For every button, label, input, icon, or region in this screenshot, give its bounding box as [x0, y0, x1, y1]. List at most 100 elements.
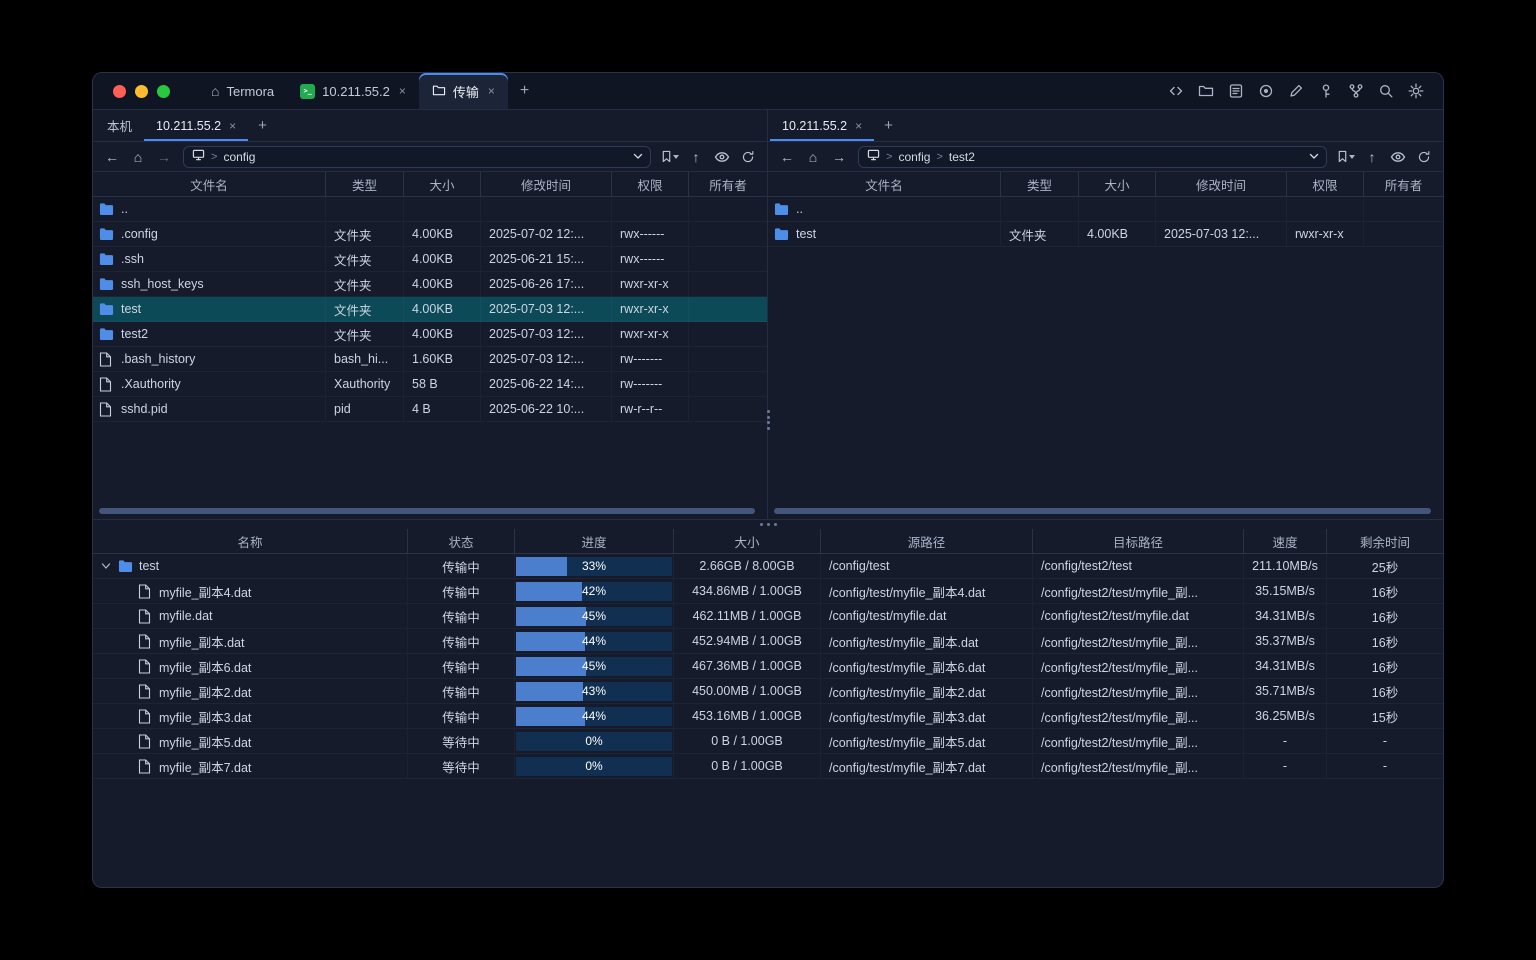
- column-header[interactable]: 权限: [612, 172, 689, 196]
- file-table-row[interactable]: sshd.pidpid4 B2025-06-22 10:...rw-r--r--: [93, 397, 767, 422]
- file-table-row[interactable]: test文件夹4.00KB2025-07-03 12:...rwxr-xr-x: [93, 297, 767, 322]
- record-icon[interactable]: [1253, 79, 1279, 103]
- folder-icon[interactable]: [1193, 79, 1219, 103]
- horizontal-scrollbar[interactable]: [99, 508, 755, 514]
- show-hidden-eye-icon[interactable]: [711, 146, 733, 168]
- path-segment[interactable]: test2: [949, 150, 975, 164]
- close-icon[interactable]: ×: [488, 84, 495, 98]
- file-table-row[interactable]: ..: [768, 197, 1443, 222]
- column-header[interactable]: 修改时间: [481, 172, 612, 196]
- file-permissions: rwxr-xr-x: [612, 297, 689, 321]
- tab-remote-host[interactable]: 10.211.55.2 ×: [770, 110, 874, 141]
- column-header[interactable]: 源路径: [821, 529, 1033, 553]
- refresh-icon[interactable]: [1413, 146, 1435, 168]
- home-button[interactable]: ⌂: [127, 146, 149, 168]
- file-table-row[interactable]: test文件夹4.00KB2025-07-03 12:...rwxr-xr-x: [768, 222, 1443, 247]
- column-header[interactable]: 大小: [404, 172, 481, 196]
- show-hidden-eye-icon[interactable]: [1387, 146, 1409, 168]
- chevron-down-icon[interactable]: [633, 150, 643, 164]
- bookmark-button[interactable]: [1335, 146, 1357, 168]
- horizontal-scrollbar[interactable]: [774, 508, 1431, 514]
- column-header[interactable]: 进度: [515, 529, 674, 553]
- column-header[interactable]: 类型: [326, 172, 404, 196]
- transfer-row[interactable]: test传输中33%2.66GB / 8.00GB/config/test/co…: [93, 554, 1443, 579]
- file-table-row[interactable]: test2文件夹4.00KB2025-07-03 12:...rwxr-xr-x: [93, 322, 767, 347]
- code-icon[interactable]: [1163, 79, 1189, 103]
- column-header[interactable]: 速度: [1244, 529, 1327, 553]
- transfer-row[interactable]: myfile_副本2.dat传输中43%450.00MB / 1.00GB/co…: [93, 679, 1443, 704]
- column-header[interactable]: 所有者: [1364, 172, 1443, 196]
- chevron-down-icon: [1349, 155, 1355, 159]
- path-segment[interactable]: config: [223, 150, 255, 164]
- tab-transfer[interactable]: 传输 ×: [419, 73, 508, 109]
- transfer-row[interactable]: myfile_副本4.dat传输中42%434.86MB / 1.00GB/co…: [93, 579, 1443, 604]
- back-button[interactable]: ←: [776, 146, 798, 168]
- transfer-status: 传输中: [408, 629, 515, 653]
- refresh-icon[interactable]: [737, 146, 759, 168]
- tab-local[interactable]: 本机: [95, 110, 144, 141]
- transfer-status: 传输中: [408, 604, 515, 628]
- tab-remote-host[interactable]: 10.211.55.2 ×: [144, 110, 248, 141]
- minimize-window-button[interactable]: [135, 85, 148, 98]
- column-header[interactable]: 状态: [408, 529, 515, 553]
- column-header[interactable]: 修改时间: [1156, 172, 1287, 196]
- column-header[interactable]: 类型: [1001, 172, 1079, 196]
- bookmark-button[interactable]: [659, 146, 681, 168]
- column-header[interactable]: 剩余时间: [1327, 529, 1443, 553]
- file-table-row[interactable]: ssh_host_keys文件夹4.00KB2025-06-26 17:...r…: [93, 272, 767, 297]
- file-table-row[interactable]: .XauthorityXauthority58 B2025-06-22 14:.…: [93, 372, 767, 397]
- back-button[interactable]: ←: [101, 146, 123, 168]
- file-table-row[interactable]: ..: [93, 197, 767, 222]
- git-branch-icon[interactable]: [1343, 79, 1369, 103]
- close-window-button[interactable]: [113, 85, 126, 98]
- chevron-down-icon[interactable]: [1309, 150, 1319, 164]
- close-icon[interactable]: ×: [229, 119, 236, 133]
- forward-button[interactable]: →: [153, 146, 175, 168]
- tab-termora[interactable]: ⌂ Termora: [198, 73, 287, 109]
- file-table-row[interactable]: .config文件夹4.00KB2025-07-02 12:...rwx----…: [93, 222, 767, 247]
- transfer-row[interactable]: myfile_副本.dat传输中44%452.94MB / 1.00GB/con…: [93, 629, 1443, 654]
- new-tab-button[interactable]: +: [874, 110, 903, 141]
- transfer-remaining-time: 16秒: [1327, 604, 1443, 628]
- close-icon[interactable]: ×: [855, 119, 862, 133]
- transfer-row[interactable]: myfile_副本6.dat传输中45%467.36MB / 1.00GB/co…: [93, 654, 1443, 679]
- path-segment[interactable]: config: [898, 150, 930, 164]
- chevron-down-icon[interactable]: [99, 559, 113, 573]
- tab-host-session[interactable]: >_ 10.211.55.2 ×: [287, 73, 419, 109]
- transfer-row[interactable]: myfile.dat传输中45%462.11MB / 1.00GB/config…: [93, 604, 1443, 629]
- edit-pencil-icon[interactable]: [1283, 79, 1309, 103]
- upload-button[interactable]: ↑: [685, 146, 707, 168]
- file-type-icon: [99, 226, 115, 242]
- transfer-row[interactable]: myfile_副本5.dat等待中0%0 B / 1.00GB/config/t…: [93, 729, 1443, 754]
- new-tab-button[interactable]: +: [248, 110, 277, 141]
- column-header[interactable]: 大小: [1079, 172, 1156, 196]
- home-button[interactable]: ⌂: [802, 146, 824, 168]
- path-breadcrumb[interactable]: > config > test2: [858, 146, 1327, 168]
- column-header[interactable]: 大小: [674, 529, 821, 553]
- file-mtime: 2025-07-03 12:...: [481, 347, 612, 371]
- column-header[interactable]: 目标路径: [1033, 529, 1244, 553]
- transfer-splitter[interactable]: [93, 519, 1443, 529]
- upload-button[interactable]: ↑: [1361, 146, 1383, 168]
- file-table-row[interactable]: .bash_historybash_hi...1.60KB2025-07-03 …: [93, 347, 767, 372]
- column-header[interactable]: 文件名: [93, 172, 326, 196]
- transfer-row[interactable]: myfile_副本3.dat传输中44%453.16MB / 1.00GB/co…: [93, 704, 1443, 729]
- column-header[interactable]: 所有者: [689, 172, 767, 196]
- document-list-icon[interactable]: [1223, 79, 1249, 103]
- new-tab-button[interactable]: +: [508, 73, 541, 109]
- file-table-row[interactable]: .ssh文件夹4.00KB2025-06-21 15:...rwx------: [93, 247, 767, 272]
- column-header[interactable]: 文件名: [768, 172, 1001, 196]
- transfer-row[interactable]: myfile_副本7.dat等待中0%0 B / 1.00GB/config/t…: [93, 754, 1443, 779]
- column-header[interactable]: 名称: [93, 529, 408, 553]
- toolbar: [1163, 73, 1443, 109]
- forward-button[interactable]: →: [828, 146, 850, 168]
- path-breadcrumb[interactable]: > config: [183, 146, 651, 168]
- key-icon[interactable]: [1313, 79, 1339, 103]
- column-header[interactable]: 权限: [1287, 172, 1364, 196]
- close-icon[interactable]: ×: [399, 84, 406, 98]
- settings-gear-icon[interactable]: [1403, 79, 1429, 103]
- maximize-window-button[interactable]: [157, 85, 170, 98]
- transfer-target-path: /config/test2/test/myfile_副...: [1033, 679, 1244, 703]
- search-icon[interactable]: [1373, 79, 1399, 103]
- panel-splitter-handle[interactable]: [766, 410, 770, 430]
